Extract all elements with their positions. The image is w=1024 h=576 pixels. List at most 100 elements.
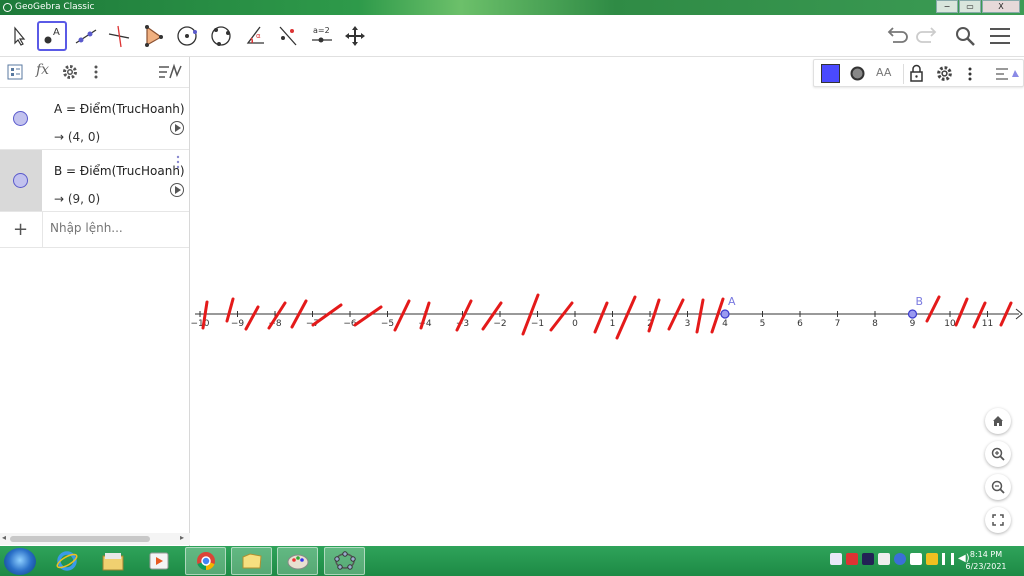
fullscreen-icon [992,514,1004,526]
reflect-tool[interactable] [273,21,303,51]
fx-icon[interactable]: fx [36,62,49,78]
bluetooth-icon[interactable] [894,553,906,565]
algebra-item-definition[interactable]: A = Điểm(TrucHoanh) [54,102,185,116]
paint-taskbar-button[interactable] [277,547,318,575]
algebra-item-definition[interactable]: B = Điểm(TrucHoanh) [54,164,185,178]
line-tool[interactable] [71,21,101,51]
folder-icon [242,553,262,569]
more-vertical-icon[interactable] [965,65,975,83]
more-vertical-icon[interactable] [174,154,182,170]
tray-flag-icon[interactable] [878,553,890,565]
media-player-taskbar-button[interactable] [138,547,179,575]
media-player-icon [149,552,168,570]
play-icon[interactable] [170,183,184,197]
restore-button[interactable]: ▭ [959,0,981,13]
hamburger-menu-icon[interactable] [987,23,1013,49]
point-label[interactable]: B [916,295,924,308]
x-axis-tick-label: 8 [872,319,878,329]
point-label[interactable]: A [728,295,736,308]
sort-toggle-icon[interactable] [157,63,183,81]
move-tool[interactable] [4,21,34,51]
point-tool-label: A [53,27,60,38]
undo-icon[interactable] [882,23,908,49]
system-tray: ◀) [830,553,970,569]
more-vertical-icon[interactable] [90,63,102,81]
point-style-icon[interactable] [849,65,866,82]
fullscreen-button[interactable] [985,507,1011,533]
clock-time: 8:14 PM [969,550,1003,559]
circle-tool[interactable] [172,21,202,51]
play-icon[interactable] [170,121,184,135]
pen-stroke [353,305,383,327]
tray-keyboard-icon[interactable] [910,553,922,565]
input-bar: + [0,211,189,248]
add-icon[interactable]: + [13,219,28,240]
internet-explorer-taskbar-button[interactable] [46,547,87,575]
folder-taskbar-button[interactable] [231,547,272,575]
graphics-canvas[interactable]: −10−9−8−7−6−5−4−3−2−101234567891011 AB [191,57,1024,546]
object-color-swatch[interactable] [821,64,840,83]
slider-icon: a=2 [312,26,332,43]
point-tool[interactable]: A [37,21,67,51]
algebra-item-b[interactable]: B = Điểm(TrucHoanh) → (9, 0) [0,149,189,211]
circle-through-points-tool[interactable] [206,21,236,51]
point-b[interactable] [907,309,918,319]
settings-gear-icon[interactable] [61,63,79,81]
scrollbar-thumb[interactable] [10,536,150,542]
settings-gear-icon[interactable] [935,64,954,83]
points-layer: AB [720,295,924,319]
x-axis-tick-label: −1 [531,319,544,329]
geogebra-icon [333,551,356,570]
move-graphics-view-tool[interactable] [340,21,370,51]
style-bar-divider [903,64,904,84]
algebra-item-a[interactable]: A = Điểm(TrucHoanh) → (4, 0) [0,87,189,149]
x-axis-tick-label: −5 [381,319,394,329]
polygon-tool[interactable] [138,21,168,51]
geogebra-taskbar-button[interactable] [324,547,365,575]
algebra-view-icon[interactable] [7,64,23,80]
visibility-toggle-icon[interactable] [13,111,28,126]
perpendicular-line-tool[interactable] [104,21,134,51]
file-explorer-taskbar-button[interactable] [92,547,133,575]
close-button[interactable]: X [982,0,1020,13]
lock-icon[interactable] [908,64,925,83]
signal-strength-icon[interactable] [942,553,954,565]
scroll-left-icon[interactable]: ◂ [2,533,6,542]
tray-power-icon[interactable] [926,553,938,565]
chrome-icon [196,552,215,570]
start-button[interactable] [4,548,36,575]
algebra-item-value: → (9, 0) [54,192,101,206]
search-icon[interactable] [952,23,978,49]
x-axis-tick-label: 6 [797,319,803,329]
minimize-button[interactable]: − [936,0,958,13]
window-title: GeoGebra Classic [15,2,95,12]
algebra-horizontal-scrollbar[interactable]: ◂ ▸ [0,533,190,545]
chrome-taskbar-button[interactable] [185,547,226,575]
zoom-in-button[interactable] [985,441,1011,467]
angle-tool[interactable]: α [240,21,270,51]
pen-stroke [954,297,969,327]
taskbar-clock[interactable]: 8:14 PM 6/23/2021 [960,549,1012,573]
slider-tool[interactable]: a=2 [307,21,337,51]
x-axis-tick-label: 11 [982,319,993,329]
label-style-icon[interactable]: AA [876,66,891,79]
zoom-out-button[interactable] [985,474,1011,500]
tray-v-icon[interactable] [846,553,858,565]
command-input[interactable] [50,221,180,235]
x-axis-tick-label: 7 [835,319,841,329]
perpendicular-icon [108,25,130,48]
pen-stroke [593,301,609,334]
cursor-arrow-icon [14,26,26,46]
tray-app-icon[interactable] [830,553,842,565]
style-bar-toggle-icon[interactable] [994,64,1020,83]
red-pen-scribbles [201,293,1013,340]
scroll-right-icon[interactable]: ▸ [180,533,184,542]
point-a[interactable] [720,309,730,319]
visibility-toggle-icon[interactable] [13,173,28,188]
tray-network-app-icon[interactable] [862,553,874,565]
graphics-view[interactable]: −10−9−8−7−6−5−4−3−2−101234567891011 AB [191,57,1024,546]
file-explorer-icon [102,553,123,571]
algebra-item-value: → (4, 0) [54,130,101,144]
redo-icon[interactable] [916,23,942,49]
standard-view-button[interactable] [985,408,1011,434]
